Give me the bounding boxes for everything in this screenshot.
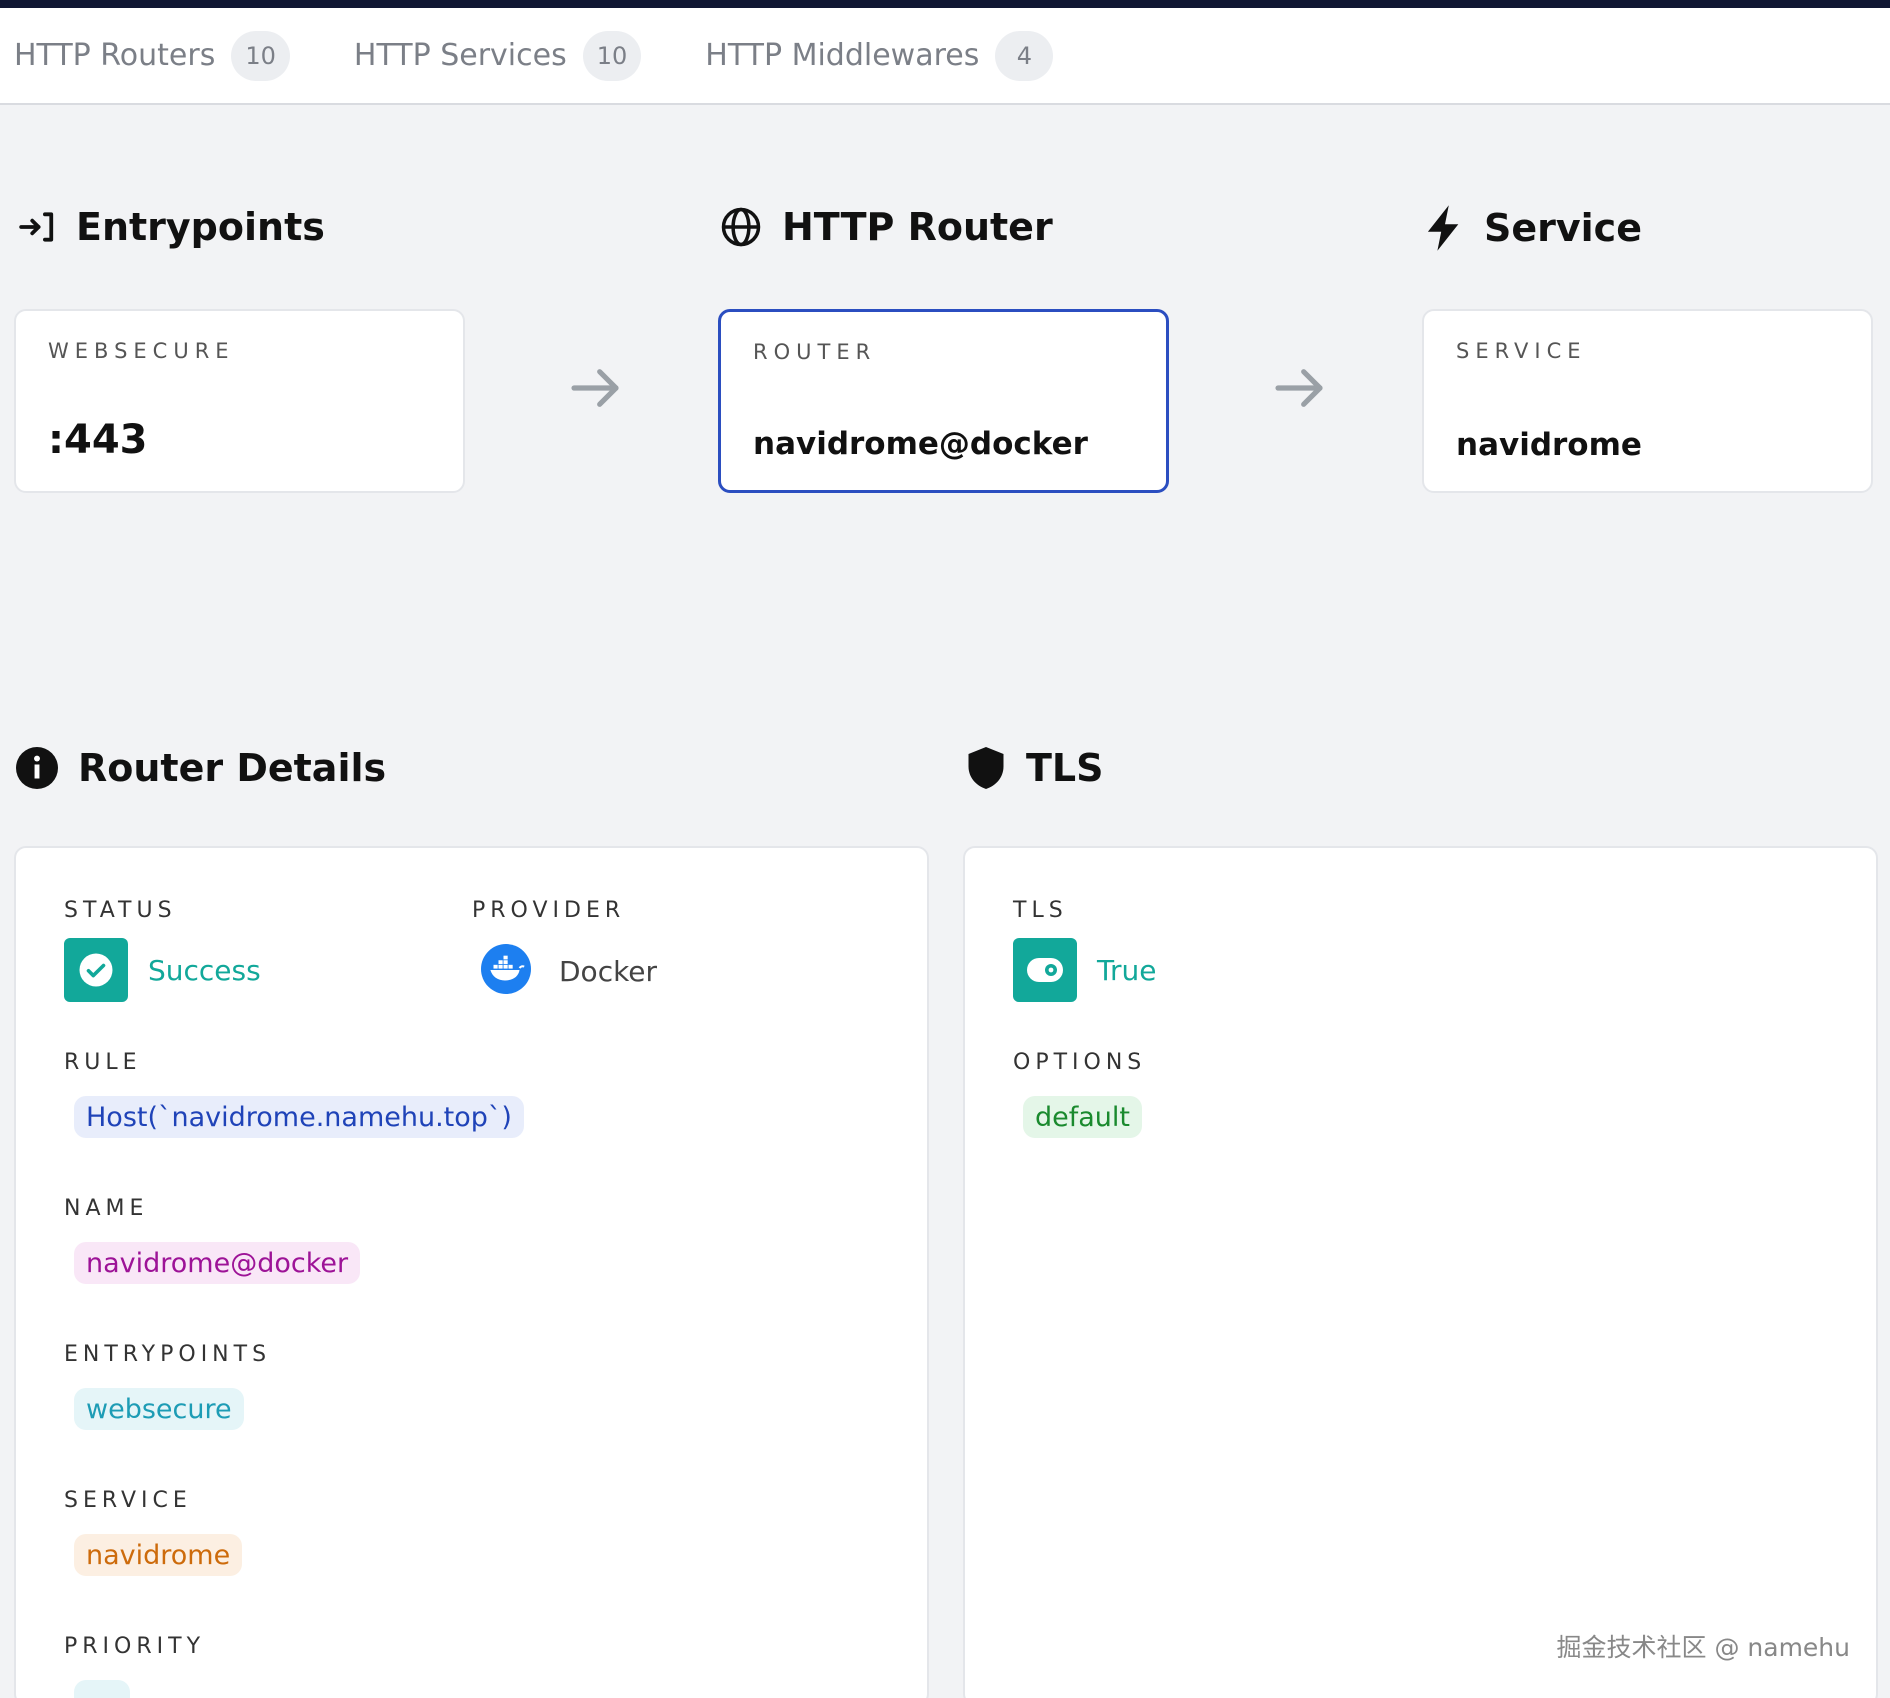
router-details-heading: Router Details [16,746,386,790]
status-label: STATUS [64,898,177,923]
docker-icon [481,944,531,998]
status-text: Success [148,953,261,987]
tab-label: HTTP Routers [14,38,216,73]
card-caption: SERVICE [1456,339,1587,363]
tab-http-routers[interactable]: HTTP Routers 10 [14,30,290,81]
top-strip [0,0,1890,8]
globe-icon [720,206,762,248]
section-title: Service [1484,206,1642,250]
tls-heading: TLS [966,746,1104,790]
service-chip: navidrome [74,1534,243,1576]
section-title: HTTP Router [782,205,1053,249]
service-card[interactable]: SERVICE navidrome [1422,309,1873,493]
tab-count-badge: 10 [231,30,290,81]
section-title: TLS [1026,746,1104,790]
tab-count-badge: 10 [582,30,642,81]
check-circle-icon [64,938,128,1002]
priority-label: PRIORITY [64,1634,206,1659]
router-details-panel: STATUS Success PROVIDER Docker RULE Host… [14,846,929,1698]
arrow-right-icon [1270,360,1328,420]
tls-value: True [1013,938,1156,1002]
rule-label: RULE [64,1050,142,1075]
entrypoints-label: ENTRYPOINTS [64,1342,272,1367]
tls-panel: TLS True OPTIONS default [963,846,1878,1698]
tab-count-badge: 4 [995,30,1054,81]
card-value: navidrome [1456,427,1642,463]
provider-text: Docker [559,954,658,988]
bolt-icon [1426,205,1464,251]
service-label: SERVICE [64,1488,192,1513]
provider-label: PROVIDER [472,898,626,923]
tab-http-services[interactable]: HTTP Services 10 [353,30,642,81]
entrypoint-card[interactable]: WEBSECURE :443 [14,309,465,493]
tls-label: TLS [1013,898,1068,923]
name-chip: navidrome@docker [74,1242,361,1284]
info-icon [16,747,58,789]
tab-bar: HTTP Routers 10 HTTP Services 10 HTTP Mi… [0,8,1890,105]
toggle-on-icon [1013,938,1077,1002]
http-router-heading: HTTP Router [720,205,1053,249]
tab-label: HTTP Services [353,38,567,73]
options-chip: default [1023,1096,1143,1138]
status-value: Success [64,938,261,1002]
provider-value: Docker [481,944,657,998]
priority-chip [74,1680,130,1698]
tab-http-middlewares[interactable]: HTTP Middlewares 4 [705,30,1054,81]
service-heading: Service [1426,205,1642,251]
section-title: Router Details [78,746,387,790]
card-value: :443 [48,417,148,463]
watermark: 掘金技术社区 @ namehu [1556,1633,1850,1662]
card-value: navidrome@docker [753,426,1088,462]
tab-label: HTTP Middlewares [705,38,980,73]
sign-in-icon [18,208,56,246]
entrypoints-heading: Entrypoints [18,205,325,249]
tls-text: True [1097,953,1157,987]
entrypoint-chip: websecure [74,1388,244,1430]
card-caption: WEBSECURE [48,339,235,363]
arrow-right-icon [566,360,624,420]
rule-chip: Host(`navidrome.namehu.top`) [74,1096,524,1138]
shield-icon [966,747,1006,789]
card-caption: ROUTER [753,340,877,364]
name-label: NAME [64,1196,149,1221]
options-label: OPTIONS [1013,1050,1147,1075]
router-card[interactable]: ROUTER navidrome@docker [718,309,1169,493]
section-title: Entrypoints [76,205,325,249]
